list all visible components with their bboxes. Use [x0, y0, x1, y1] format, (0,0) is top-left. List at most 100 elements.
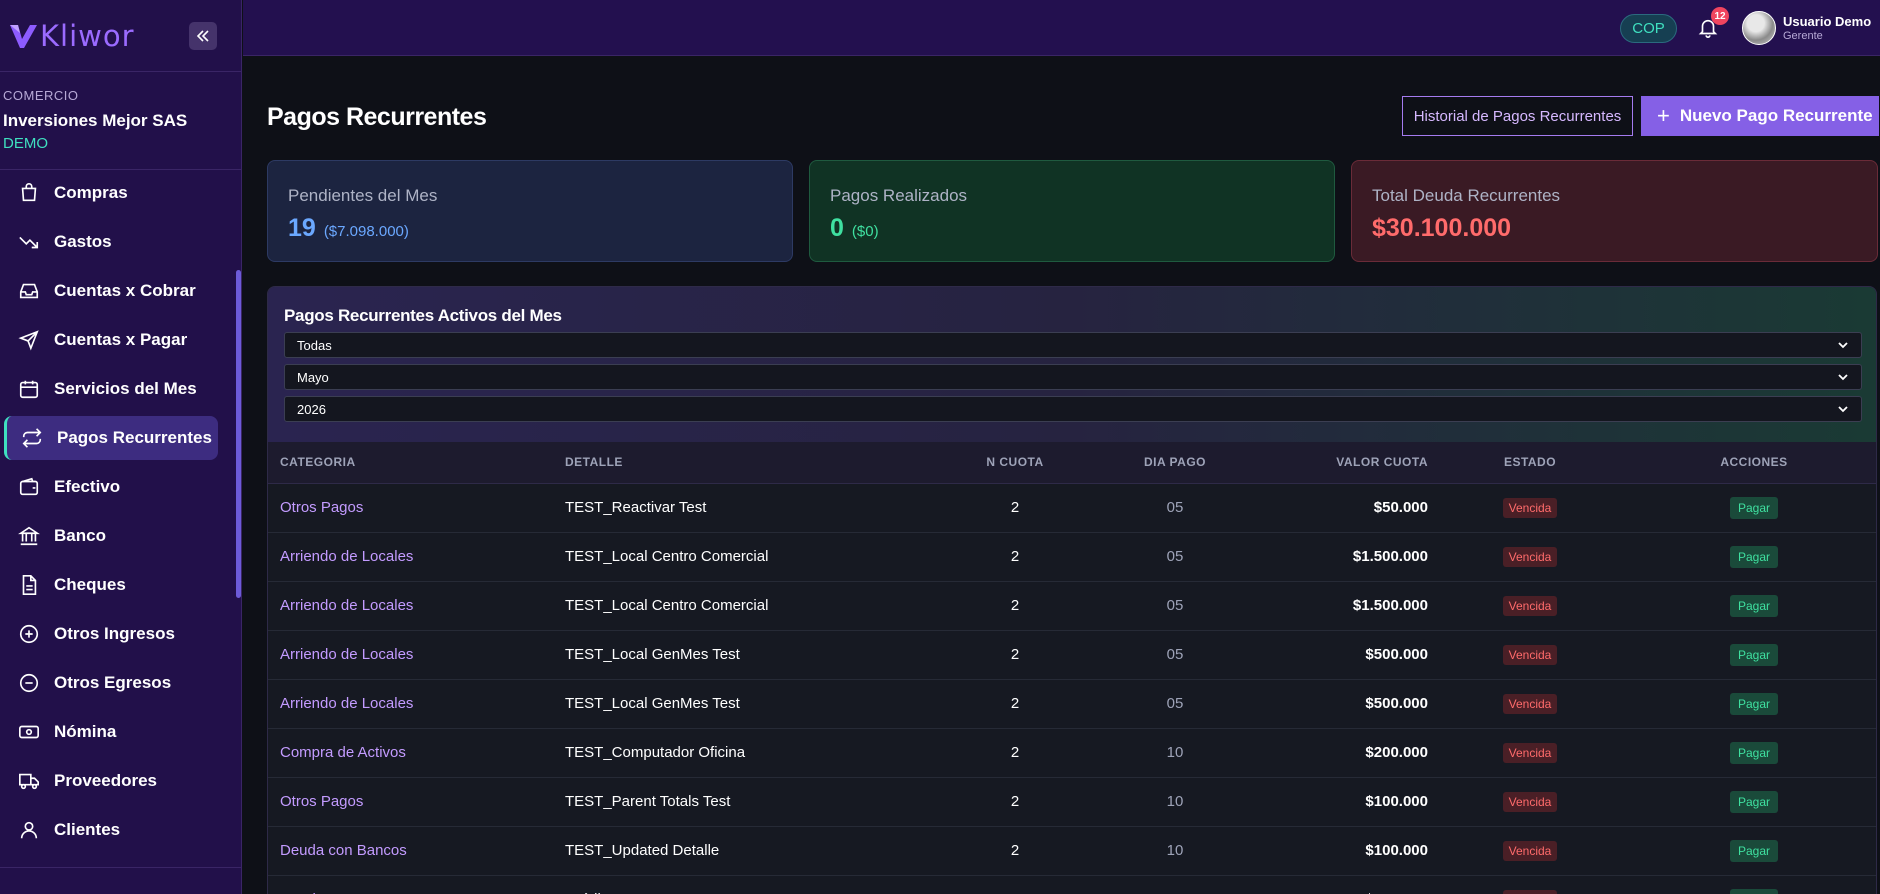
cell-n-cuota: 2 [1010, 695, 1020, 712]
pay-button[interactable]: Pagar [1729, 496, 1779, 519]
paid-card: Pagos Realizados 0 ($0) [809, 160, 1335, 262]
cell-n-cuota: 2 [1010, 842, 1020, 859]
cell-dia-pago: 05 [1166, 499, 1184, 516]
category-filter-select[interactable]: Todas [284, 332, 1862, 358]
minus-circle-icon [19, 673, 39, 693]
status-badge: Vencida [1502, 546, 1558, 567]
cell-acciones: Pagar [1632, 777, 1876, 826]
cell-category[interactable]: Arriendo de Locales [268, 630, 565, 679]
history-button[interactable]: Historial de Pagos Recurrentes [1402, 96, 1633, 136]
status-badge: Vencida [1502, 889, 1558, 894]
sidebar-item-label: Nómina [54, 722, 117, 741]
cell-valor: $200.000 [1365, 744, 1428, 761]
sidebar-item-otros-egresos[interactable]: Otros Egresos [4, 661, 218, 705]
user-name[interactable]: Usuario Demo [1783, 14, 1871, 29]
sidebar-item-label: Cuentas x Pagar [54, 330, 188, 349]
active-payments-panel: Pagos Recurrentes Activos del Mes Todas … [267, 286, 1877, 894]
new-recurring-payment-button[interactable]: + Nuevo Pago Recurrente [1641, 96, 1879, 136]
status-badge: Vencida [1502, 644, 1558, 665]
pay-button[interactable]: Pagar [1729, 594, 1779, 617]
cell-acciones: Pagar [1632, 483, 1876, 532]
avatar[interactable] [1742, 11, 1776, 45]
table-body: Otros Pagos TEST_Reactivar Test 2 05 $50.000… [268, 483, 1876, 894]
card-label: Pendientes del Mes [288, 186, 438, 205]
cell-valor: $500.000 [1285, 875, 1428, 894]
cell-category[interactable]: Arriendo de Locales [268, 532, 565, 581]
cell-detail: TEST_Local Centro Comercial [565, 548, 769, 565]
user-icon [20, 821, 38, 839]
table-row[interactable]: Deuda con Bancos TEST_Updated Detalle 2 10 $… [268, 826, 1876, 875]
cell-dia-pago: 10 [1166, 842, 1184, 859]
payments-table: CATEGORIA DETALLE N CUOTA DIA PAGO VALOR… [268, 442, 1876, 894]
sidebar-item-cheques[interactable]: Cheques [4, 563, 218, 607]
sidebar-item-pagos-recurrentes[interactable]: Pagos Recurrentes [4, 416, 218, 460]
sidebar-item-banco[interactable]: Banco [4, 514, 218, 558]
pay-button[interactable]: Pagar [1729, 741, 1779, 764]
sidebar-item-nomina[interactable]: Nómina [4, 710, 218, 754]
pending-count: 19 [288, 214, 316, 242]
cell-category[interactable]: Deuda con Bancos [268, 875, 565, 894]
status-badge: Vencida [1502, 791, 1558, 812]
plus-circle-icon [19, 624, 39, 644]
table-row[interactable]: Compra de Activos TEST_Computador Oficina… [268, 728, 1876, 777]
sidebar-item-label: Gastos [54, 232, 112, 251]
cell-acciones: Pagar [1632, 728, 1876, 777]
cell-category[interactable]: Otros Pagos [268, 777, 565, 826]
pay-button[interactable]: Pagar [1729, 643, 1779, 666]
select-value: Mayo [297, 369, 329, 385]
pay-button[interactable]: Pagar [1729, 545, 1779, 568]
table-row[interactable]: Arriendo de Locales TEST_Local GenMes Tes… [268, 630, 1876, 679]
collapse-sidebar-button[interactable] [189, 21, 217, 50]
cell-acciones: Pagar [1632, 581, 1876, 630]
sidebar-item-compras[interactable]: Compras [4, 171, 218, 215]
header-valor-cuota: VALOR CUOTA [1285, 442, 1428, 484]
table-row[interactable]: Arriendo de Locales TEST_Local Centro Com… [268, 532, 1876, 581]
sidebar-item-gastos[interactable]: Gastos [4, 220, 218, 264]
app-logo[interactable]: Kliwor [8, 19, 135, 53]
pay-button[interactable]: Pagar [1729, 790, 1779, 813]
table-row[interactable]: Otros Pagos TEST_Parent Totals Test 2 10 $10… [268, 777, 1876, 826]
cell-category[interactable]: Deuda con Bancos [268, 826, 565, 875]
header-detail: DETALLE [565, 442, 965, 484]
sidebar-scrollbar[interactable] [236, 270, 241, 598]
table-header-row: CATEGORIA DETALLE N CUOTA DIA PAGO VALOR… [268, 442, 1876, 484]
paid-amount: ($0) [851, 223, 879, 240]
pay-button[interactable]: Pagar [1729, 888, 1779, 894]
cell-dia-pago: 15 [1065, 875, 1285, 894]
pay-button[interactable]: Pagar [1729, 692, 1779, 715]
sidebar-item-efectivo[interactable]: Efectivo [4, 465, 218, 509]
cell-dia-pago: 10 [1166, 744, 1184, 761]
table-row[interactable]: Otros Pagos TEST_Reactivar Test 2 05 $50.000… [268, 483, 1876, 532]
sidebar-item-servicios[interactable]: Servicios del Mes [4, 367, 218, 411]
cell-category[interactable]: Otros Pagos [268, 483, 565, 532]
table-row[interactable]: Deuda con BancosCrédito Banco215$500.000… [268, 875, 1876, 894]
currency-selector[interactable]: COP [1620, 14, 1677, 43]
month-filter-select[interactable]: Mayo [284, 364, 1862, 390]
header-category: CATEGORIA [268, 442, 565, 484]
year-filter-select[interactable]: 2026 [284, 396, 1862, 422]
double-chevron-left-icon [196, 29, 209, 42]
table-row[interactable]: Arriendo de Locales TEST_Local GenMes Tes… [268, 679, 1876, 728]
cell-category[interactable]: Arriendo de Locales [268, 581, 565, 630]
cell-dia-pago: 10 [1166, 793, 1184, 810]
cell-acciones: Pagar [1632, 630, 1876, 679]
inbox-icon [19, 283, 39, 299]
store-plan: DEMO [3, 135, 48, 152]
sidebar-item-clientes[interactable]: Clientes [4, 808, 218, 851]
sidebar-item-cuentas-cobrar[interactable]: Cuentas x Cobrar [4, 269, 218, 313]
pay-button[interactable]: Pagar [1729, 839, 1779, 862]
card-value: 19 ($7.098.000) [288, 214, 772, 243]
sidebar-item-otros-ingresos[interactable]: Otros Ingresos [4, 612, 218, 656]
sidebar-item-label: Servicios del Mes [54, 379, 197, 398]
cell-acciones: Pagar [1632, 875, 1876, 894]
cell-category[interactable]: Compra de Activos [268, 728, 565, 777]
cell-category[interactable]: Arriendo de Locales [268, 679, 565, 728]
cell-dia-pago: 05 [1166, 695, 1184, 712]
sidebar-item-proveedores[interactable]: Proveedores [4, 759, 218, 803]
sidebar-item-cuentas-pagar[interactable]: Cuentas x Pagar [4, 318, 218, 362]
table-row[interactable]: Arriendo de Locales TEST_Local Centro Com… [268, 581, 1876, 630]
cell-estado: Vencida [1428, 630, 1632, 679]
cell-valor: $500.000 [1365, 646, 1428, 663]
cell-n-cuota: 2 [1010, 597, 1020, 614]
cell-dia-pago: 05 [1166, 597, 1184, 614]
